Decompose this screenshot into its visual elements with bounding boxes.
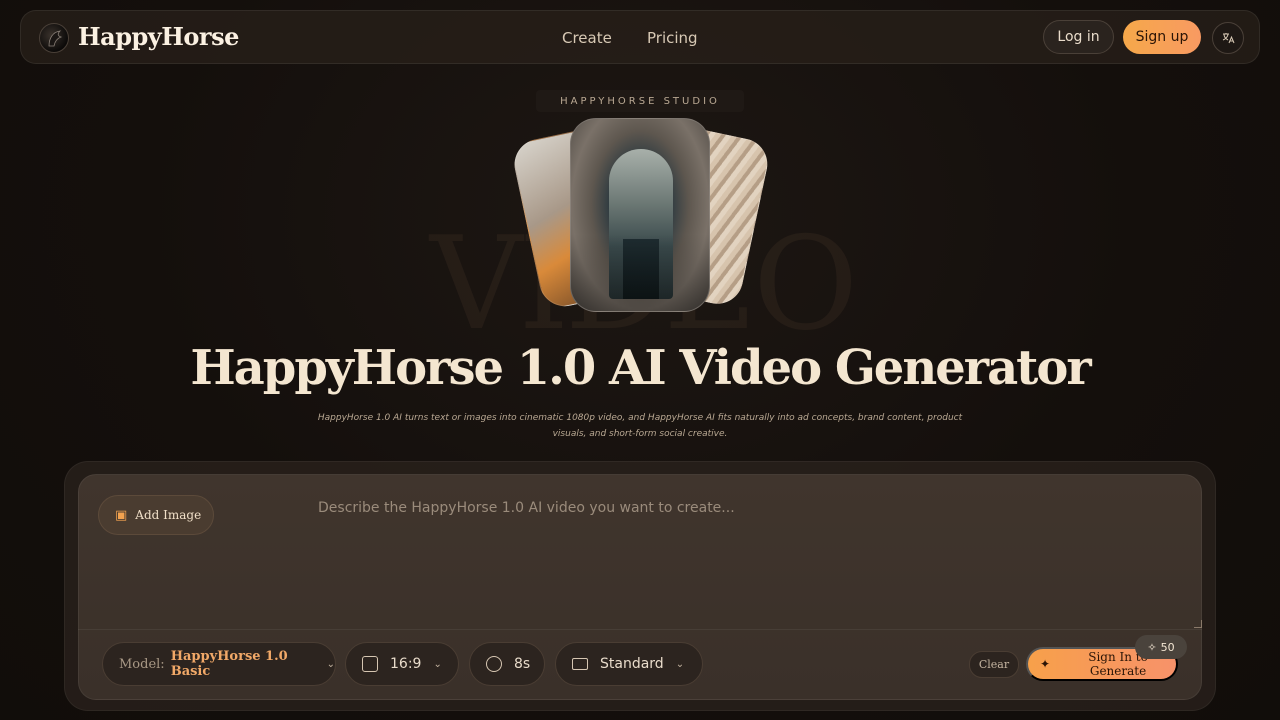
add-image-label: Add Image [135, 508, 202, 522]
horse-logo-icon[interactable] [39, 23, 69, 53]
studio-eyebrow-badge: HAPPYHORSE STUDIO [536, 90, 744, 112]
preview-card-center [570, 118, 710, 312]
credit-cost-badge: ✧ 50 [1135, 635, 1187, 659]
model-label: Model: [119, 656, 165, 672]
prompt-input[interactable] [306, 490, 1186, 620]
chevron-down-icon: ⌄ [326, 658, 335, 670]
credit-count: 50 [1160, 640, 1175, 654]
image-icon [362, 656, 378, 672]
monitor-icon [572, 658, 588, 670]
image-add-icon: ▣ [115, 507, 128, 523]
aspect-ratio-select[interactable]: 16:9 ⌄ [345, 642, 459, 686]
nav-link-pricing[interactable]: Pricing [647, 29, 698, 47]
page-title: HappyHorse 1.0 AI Video Generator [190, 340, 1091, 396]
nav-link-create[interactable]: Create [562, 29, 612, 47]
language-translate-icon[interactable] [1212, 22, 1244, 54]
aspect-ratio-value: 16:9 [390, 656, 422, 672]
clock-icon [486, 656, 502, 672]
page-subtitle: HappyHorse 1.0 AI turns text or images i… [317, 413, 963, 439]
top-navbar: HappyHorse Create Pricing Log in Sign up [20, 10, 1260, 64]
signup-button[interactable]: Sign up [1123, 20, 1201, 54]
textarea-resize-handle[interactable] [1194, 620, 1202, 628]
sparkle-icon: ✦ [1040, 657, 1051, 671]
duration-value: 8s [514, 656, 531, 672]
model-select[interactable]: Model: HappyHorse 1.0 Basic ⌄ [102, 642, 336, 686]
chevron-down-icon: ⌄ [433, 658, 442, 670]
quality-value: Standard [600, 656, 664, 672]
duration-select[interactable]: 8s [469, 642, 545, 686]
chevron-down-icon: ⌄ [675, 658, 685, 670]
quality-select[interactable]: Standard ⌄ [555, 642, 703, 686]
login-button[interactable]: Log in [1043, 20, 1114, 54]
add-image-button[interactable]: ▣ Add Image [98, 495, 214, 535]
clear-button[interactable]: Clear [969, 651, 1019, 678]
model-value: HappyHorse 1.0 Basic [170, 649, 288, 679]
sparkle-icon: ✧ [1147, 640, 1157, 654]
panel-divider [78, 629, 1202, 630]
brand-name[interactable]: HappyHorse [78, 22, 239, 51]
